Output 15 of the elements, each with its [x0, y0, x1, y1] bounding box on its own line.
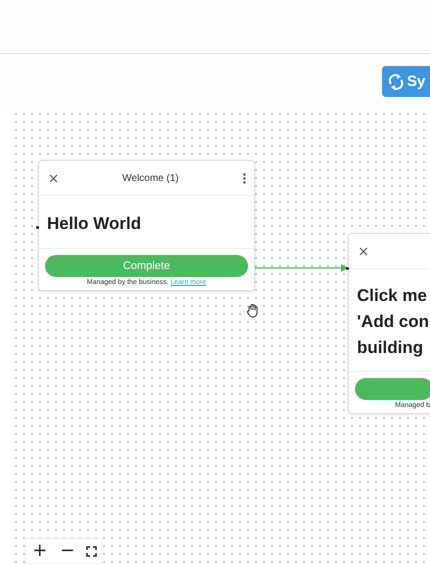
zoom-out-button[interactable]: − [58, 542, 78, 560]
sync-icon [388, 72, 404, 90]
close-icon[interactable] [359, 246, 368, 256]
connection-handle[interactable] [346, 267, 349, 270]
message-text: building [357, 337, 424, 359]
zoom-in-button[interactable]: + [30, 542, 50, 560]
message-text: Hello World [47, 213, 142, 235]
close-icon[interactable] [49, 174, 58, 182]
hand-cursor-icon [246, 303, 260, 318]
node-title: Welcome (1) [122, 172, 179, 184]
message-text: Click me [357, 285, 428, 307]
connection-handle[interactable] [36, 226, 39, 229]
fit-view-icon[interactable] [86, 546, 97, 556]
message-text: 'Add con [357, 311, 430, 333]
more-icon[interactable] [243, 172, 246, 184]
